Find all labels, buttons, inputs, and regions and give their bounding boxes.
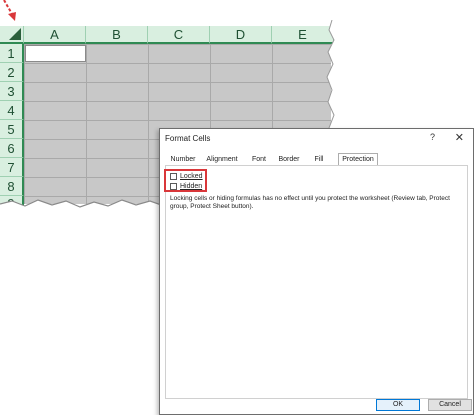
locked-checkbox[interactable] [170,172,177,180]
tab-protection[interactable]: Protection [338,153,378,165]
red-arrow-icon [3,0,16,21]
tab-fill[interactable]: Fill [312,154,326,165]
column-header-d[interactable]: D [210,26,272,44]
dialog-title: Format Cells [165,134,211,143]
ok-button[interactable]: OK [376,399,420,411]
select-all-triangle-icon [9,28,21,40]
tab-number[interactable]: Number [168,154,198,165]
select-all-button[interactable] [0,26,24,44]
locked-option[interactable]: Locked [170,171,203,181]
protection-description: Locking cells or hiding formulas has no … [170,195,450,210]
active-cell-a1[interactable] [25,45,86,62]
tab-alignment[interactable]: Alignment [202,154,242,165]
row-header-8[interactable]: 8 [0,177,24,196]
hidden-label: Hidden [180,182,203,190]
close-button[interactable]: ✕ [455,131,464,144]
locked-label: Locked [180,172,203,180]
tab-font[interactable]: Font [248,154,270,165]
help-button[interactable]: ? [430,132,435,142]
row-header-5[interactable]: 5 [0,120,24,139]
row-header-4[interactable]: 4 [0,101,24,120]
row-header-2[interactable]: 2 [0,63,24,82]
column-header-a[interactable]: A [24,26,86,44]
column-header-b[interactable]: B [86,26,148,44]
row-header-6[interactable]: 6 [0,139,24,158]
row-header-7[interactable]: 7 [0,158,24,177]
hidden-option[interactable]: Hidden [170,181,202,191]
cancel-button[interactable]: Cancel [428,399,472,411]
row-header-1[interactable]: 1 [0,44,24,63]
tab-border[interactable]: Border [276,154,302,165]
format-cells-dialog: Format Cells ? ✕ Number Alignment Font B… [159,128,474,415]
row-header-3[interactable]: 3 [0,82,24,101]
column-header-c[interactable]: C [148,26,210,44]
hidden-checkbox[interactable] [170,182,177,190]
